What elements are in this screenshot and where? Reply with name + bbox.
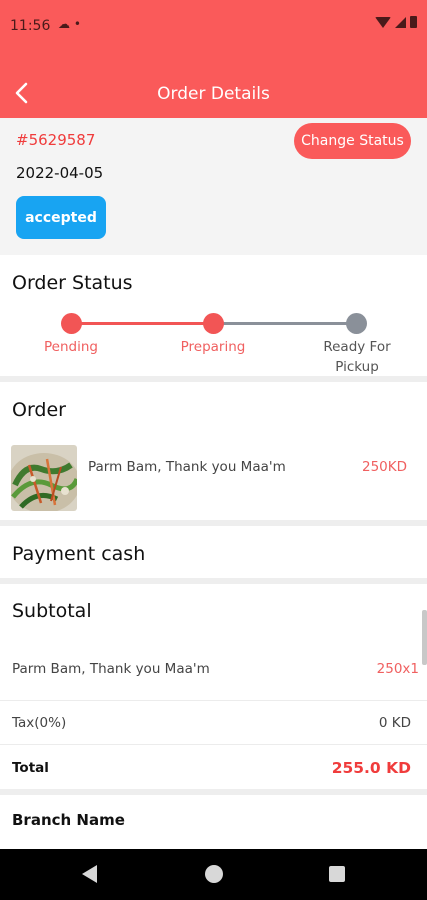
total-value: 255.0 KD [331, 759, 411, 777]
tax-label: Tax(0%) [12, 715, 67, 731]
status-bar: 11:56 ☁ • [0, 0, 427, 56]
nav-recents-icon[interactable] [329, 866, 345, 882]
food-item-image [11, 445, 77, 511]
nav-back-icon[interactable] [82, 865, 97, 883]
order-summary: #5629587 2022-04-05 accepted Change Stat… [0, 118, 427, 255]
order-date: 2022-04-05 [16, 164, 104, 182]
row-divider [0, 744, 427, 745]
step-dot-preparing [203, 313, 224, 334]
status-right [375, 16, 417, 28]
nav-home-icon[interactable] [205, 865, 223, 883]
page-title: Order Details [157, 84, 270, 104]
tax-value: 0 KD [378, 715, 411, 731]
step-label-pending: Pending [44, 339, 98, 355]
subtotal-title: Subtotal [12, 600, 92, 622]
step-label-ready: Ready For Pickup [323, 339, 391, 375]
subtotal-item-qty-price: 250x1 [376, 661, 419, 677]
order-item-name: Parm Bam, Thank you Maa'm [88, 459, 286, 475]
total-label: Total [12, 760, 49, 776]
payment-label: Payment cash [12, 543, 146, 565]
order-status-title: Order Status [12, 272, 133, 294]
app-header: 11:56 ☁ • Order Details [0, 0, 427, 118]
system-nav-bar [0, 849, 427, 900]
scrollbar[interactable] [422, 610, 427, 665]
subtotal-item-name: Parm Bam, Thank you Maa'm [12, 661, 210, 677]
change-status-button[interactable]: Change Status [294, 123, 411, 159]
order-item-price: 250KD [361, 459, 407, 475]
wifi-icon [375, 16, 391, 28]
branch-name-label: Branch Name [12, 811, 125, 829]
order-section-title: Order [12, 399, 66, 421]
signal-icon [395, 16, 406, 28]
row-divider [0, 700, 427, 701]
step-connector-1 [71, 322, 213, 325]
status-badge: accepted [16, 196, 106, 239]
step-dot-pending [61, 313, 82, 334]
step-label-preparing: Preparing [180, 339, 246, 355]
battery-icon [410, 16, 417, 28]
step-connector-2 [213, 322, 356, 325]
notification-icons: ☁ • [58, 17, 81, 31]
step-dot-ready [346, 313, 367, 334]
order-id: #5629587 [16, 131, 96, 149]
status-time: 11:56 [10, 18, 51, 34]
